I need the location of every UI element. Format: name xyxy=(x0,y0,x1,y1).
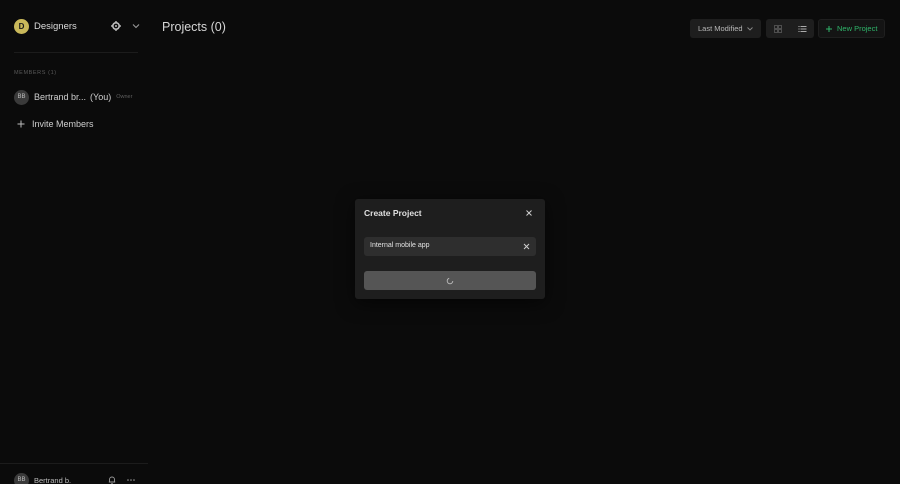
view-toggle xyxy=(766,19,814,38)
page-title: Projects (0) xyxy=(162,20,226,34)
current-user-name: Bertrand b. xyxy=(34,475,72,484)
grid-view-button[interactable] xyxy=(766,19,790,38)
gear-icon[interactable] xyxy=(110,20,122,32)
sidebar: D Designers MEMBERS (1) BB Bertrand br..… xyxy=(0,0,148,484)
plus-icon xyxy=(826,25,832,32)
team-name: Designers xyxy=(34,20,77,32)
loading-spinner-icon xyxy=(446,277,454,284)
member-name: Bertrand br... xyxy=(34,92,87,102)
create-project-dialog: Create Project Internal mobile app xyxy=(355,199,545,299)
member-role: Owner xyxy=(116,94,133,100)
list-view-button[interactable] xyxy=(790,19,814,38)
create-project-button[interactable] xyxy=(364,271,536,290)
new-project-button[interactable]: New Project xyxy=(818,19,885,38)
sort-select-label: Last Modified xyxy=(698,24,743,33)
clear-icon[interactable] xyxy=(522,242,531,251)
plus-icon xyxy=(17,120,25,128)
more-icon[interactable] xyxy=(126,475,136,484)
dialog-title: Create Project xyxy=(364,208,422,218)
member-you-label: (You) xyxy=(90,92,112,102)
list-icon xyxy=(798,25,806,32)
grid-icon xyxy=(774,24,782,33)
chevron-down-icon[interactable] xyxy=(130,20,142,32)
sidebar-divider xyxy=(14,52,138,53)
invite-members-button[interactable]: Invite Members xyxy=(16,119,94,129)
app-root: D Designers MEMBERS (1) BB Bertrand br..… xyxy=(0,0,900,484)
new-project-label: New Project xyxy=(837,24,878,33)
project-name-input[interactable]: Internal mobile app xyxy=(364,237,536,256)
members-heading: MEMBERS (1) xyxy=(14,70,57,76)
sidebar-bottom-divider xyxy=(0,463,148,464)
invite-members-label: Invite Members xyxy=(32,119,94,129)
close-icon[interactable] xyxy=(524,208,534,218)
avatar: BB xyxy=(14,89,29,105)
avatar: BB xyxy=(14,472,29,484)
current-user[interactable]: BB Bertrand b. xyxy=(14,472,140,484)
sort-select[interactable]: Last Modified xyxy=(690,19,761,38)
team-switcher[interactable]: D Designers xyxy=(14,18,142,34)
chevron-down-icon xyxy=(747,27,753,31)
member-item[interactable]: BB Bertrand br... (You) Owner xyxy=(14,89,144,105)
team-avatar: D xyxy=(14,18,29,34)
project-name-value: Internal mobile app xyxy=(370,242,430,249)
bell-icon[interactable] xyxy=(107,475,117,484)
